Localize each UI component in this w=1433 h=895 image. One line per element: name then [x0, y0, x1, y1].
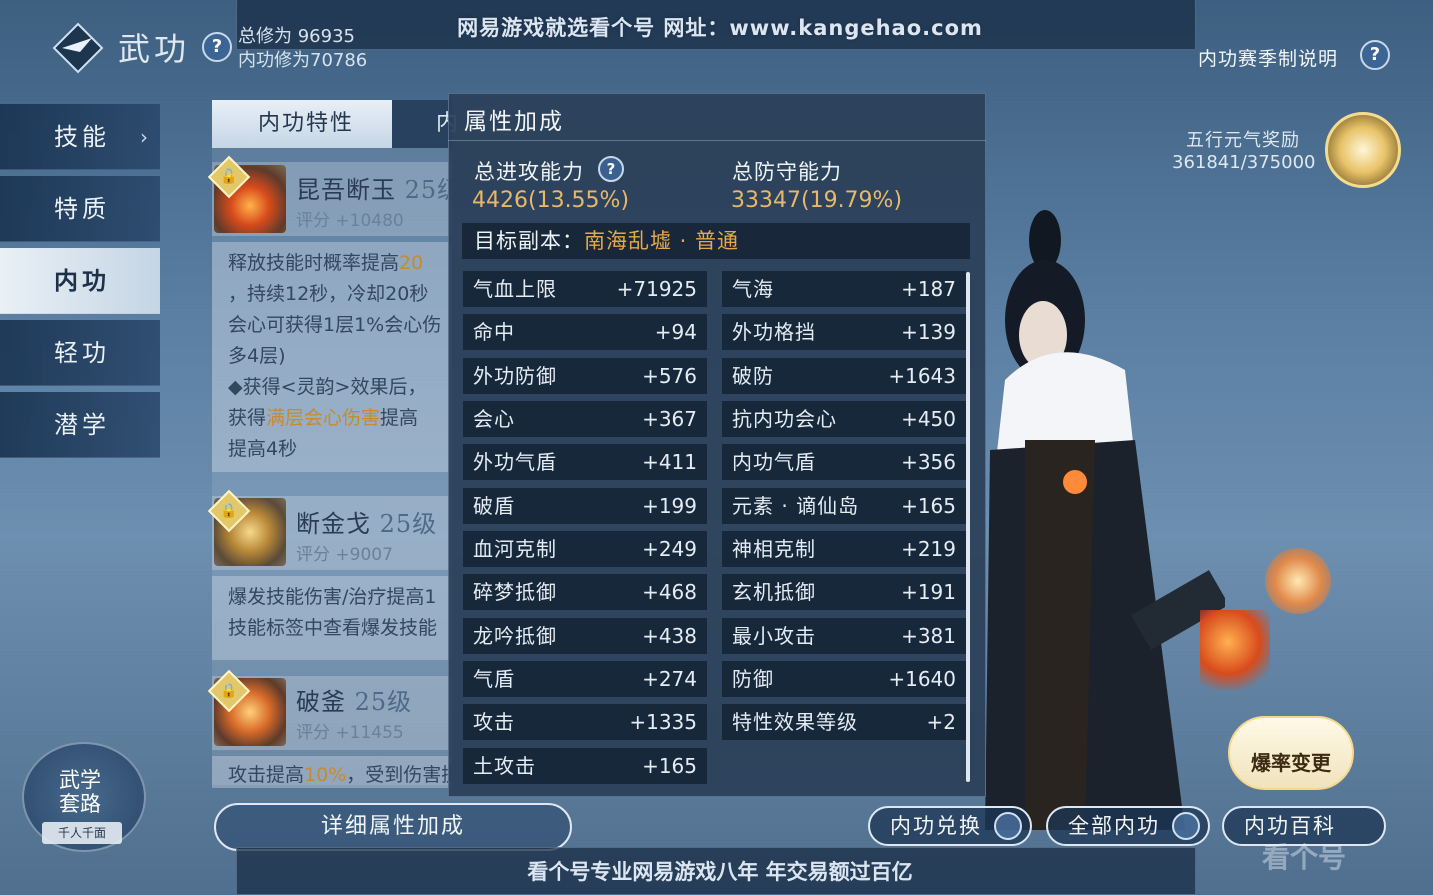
- attack-help-icon[interactable]: ?: [598, 156, 624, 182]
- tab-second[interactable]: 内: [392, 100, 458, 148]
- desc-line: 技能标签中查看爆发技能: [228, 617, 438, 639]
- chevron-right-icon: ›: [140, 125, 152, 149]
- lock-icon: 🔓: [220, 169, 238, 185]
- lock-icon: 🔒: [220, 503, 238, 519]
- total-cultivation: 总修为 96935: [238, 26, 355, 47]
- desc-line: 会心可获得1层1%会心伤: [228, 314, 442, 336]
- wuxue-subtitle: 千人千面: [42, 822, 122, 844]
- detail-attributes-button[interactable]: 详细属性加成: [214, 803, 572, 851]
- desc-line: 提高4秒: [228, 438, 298, 460]
- defense-capability-value: 33347(19.79%): [731, 188, 903, 213]
- attack-capability-value: 4426(13.55%): [472, 188, 630, 213]
- lock-icon: 🔒: [220, 683, 238, 699]
- attr-row: 龙吟抵御 +438: [463, 618, 707, 654]
- nav-label: 技能: [54, 123, 110, 151]
- desc-line: 爆发技能伤害/治疗提高1: [228, 586, 437, 608]
- button-label: 全部内功: [1068, 814, 1160, 838]
- nav-label: 内功: [54, 267, 110, 295]
- attr-row: 气盾 +274: [463, 661, 707, 697]
- popup-scrollbar[interactable]: [966, 272, 970, 782]
- desc-line: ，持续12秒，冷却20秒: [228, 283, 429, 305]
- attr-row: 攻击 +1335: [463, 704, 707, 740]
- attr-row: 土攻击 +165: [463, 748, 707, 784]
- attr-row: 外功气盾 +411: [463, 444, 707, 480]
- attr-row: 碎梦抵御 +468: [463, 574, 707, 610]
- attr-row: 血河克制 +249: [463, 531, 707, 567]
- attr-row: 特性效果等级 +2: [722, 704, 966, 740]
- wugong-emblem-icon: [52, 22, 104, 74]
- desc-line: ◆获得<灵韵>效果后，: [228, 376, 427, 398]
- attr-row: 元素 · 谪仙岛 +165: [722, 488, 966, 524]
- flame-effect-icon: [1200, 610, 1270, 690]
- neigong-cultivation: 内功修为70786: [238, 50, 368, 71]
- watermark-top: 网易游戏就选看个号 网址：www.kangehao.com: [457, 16, 983, 40]
- desc-line: 多4层): [228, 345, 286, 367]
- season-help-icon[interactable]: ?: [1360, 40, 1390, 70]
- nav-label: 轻功: [54, 339, 110, 367]
- button-label: 内功百科: [1244, 814, 1336, 838]
- help-icon[interactable]: ?: [202, 32, 232, 62]
- meditation-reward-icon[interactable]: [1325, 112, 1401, 188]
- brand-watermark: 看个号: [1262, 841, 1347, 874]
- attr-row: 抗内功会心 +450: [722, 401, 966, 437]
- attr-row: 气海 +187: [722, 271, 966, 307]
- attr-row: 破盾 +199: [463, 488, 707, 524]
- skill-description: 释放技能时概率提高20 ，持续12秒，冷却20秒 会心可获得1层1%会心伤 多4…: [212, 242, 452, 472]
- season-help-label[interactable]: 内功赛季制说明: [1198, 44, 1338, 71]
- skill-description: 攻击提高10%，受到伤害提高5%: [212, 756, 452, 788]
- attr-row: 外功格挡 +139: [722, 314, 966, 350]
- nav-label: 特质: [54, 195, 110, 223]
- page-title: 武功: [118, 30, 191, 68]
- popup-title: 属性加成: [464, 109, 564, 135]
- nav-item-qinggong[interactable]: 轻功: [0, 320, 160, 386]
- skill-description: 爆发技能伤害/治疗提高1 技能标签中查看爆发技能: [212, 576, 452, 660]
- target-dungeon-bar[interactable]: 目标副本：南海乱墟 · 普通: [462, 223, 970, 259]
- wuxue-title: 武学套路: [59, 768, 101, 816]
- target-label: 目标副本：: [474, 229, 584, 253]
- attr-row: 会心 +367: [463, 401, 707, 437]
- target-dungeon: 南海乱墟 · 普通: [584, 229, 740, 253]
- skill-name: 昆吾断玉 25级: [296, 176, 463, 204]
- attr-row: 外功防御 +576: [463, 358, 707, 394]
- nav-item-skills[interactable]: 技能 ›: [0, 104, 160, 170]
- tab-traits[interactable]: 内功特性: [212, 100, 392, 148]
- skill-score: 评分 +10480: [296, 211, 404, 231]
- nav-item-qianxue[interactable]: 潜学: [0, 392, 160, 458]
- attack-capability-label: 总进攻能力: [474, 160, 584, 184]
- nav-item-neigong[interactable]: 内功: [0, 248, 160, 314]
- exchange-icon: [994, 812, 1022, 840]
- attr-row: 气血上限 +71925: [463, 271, 707, 307]
- desc-line: 释放技能时概率提高20: [228, 252, 424, 274]
- attr-row: 命中 +94: [463, 314, 707, 350]
- watermark-bottom: 看个号专业网易游戏八年 年交易额过百亿: [527, 860, 913, 884]
- skill-score: 评分 +9007: [296, 545, 393, 565]
- desc-line: 获得满层会心伤害提高: [228, 407, 419, 429]
- drop-rate-badge[interactable]: 爆率变更: [1228, 716, 1354, 790]
- attr-row: 玄机抵御 +191: [722, 574, 966, 610]
- defense-capability-label: 总防守能力: [732, 160, 842, 184]
- desc-line: 攻击提高10%，受到伤害提高5%: [228, 764, 452, 786]
- nav-label: 潜学: [54, 411, 110, 439]
- nav-item-traits[interactable]: 特质: [0, 176, 160, 242]
- attr-row: 破防 +1643: [722, 358, 966, 394]
- attr-row: 最小攻击 +381: [722, 618, 966, 654]
- attr-row: 神相克制 +219: [722, 531, 966, 567]
- reward-progress: 361841/375000: [1172, 152, 1316, 173]
- divider: [448, 140, 986, 141]
- all-neigong-button[interactable]: 全部内功: [1046, 806, 1210, 846]
- attr-row: 内功气盾 +356: [722, 444, 966, 480]
- character-model: [985, 210, 1225, 830]
- reward-label: 五行元气奖励: [1186, 130, 1300, 151]
- orb-icon: [1265, 548, 1331, 614]
- skill-score: 评分 +11455: [296, 723, 404, 743]
- button-label: 内功兑换: [890, 814, 982, 838]
- skill-name: 断金戈 25级: [296, 510, 438, 538]
- refresh-icon: [1172, 812, 1200, 840]
- attr-row: 防御 +1640: [722, 661, 966, 697]
- neigong-exchange-button[interactable]: 内功兑换: [868, 806, 1032, 846]
- skill-name: 破釜 25级: [296, 688, 413, 716]
